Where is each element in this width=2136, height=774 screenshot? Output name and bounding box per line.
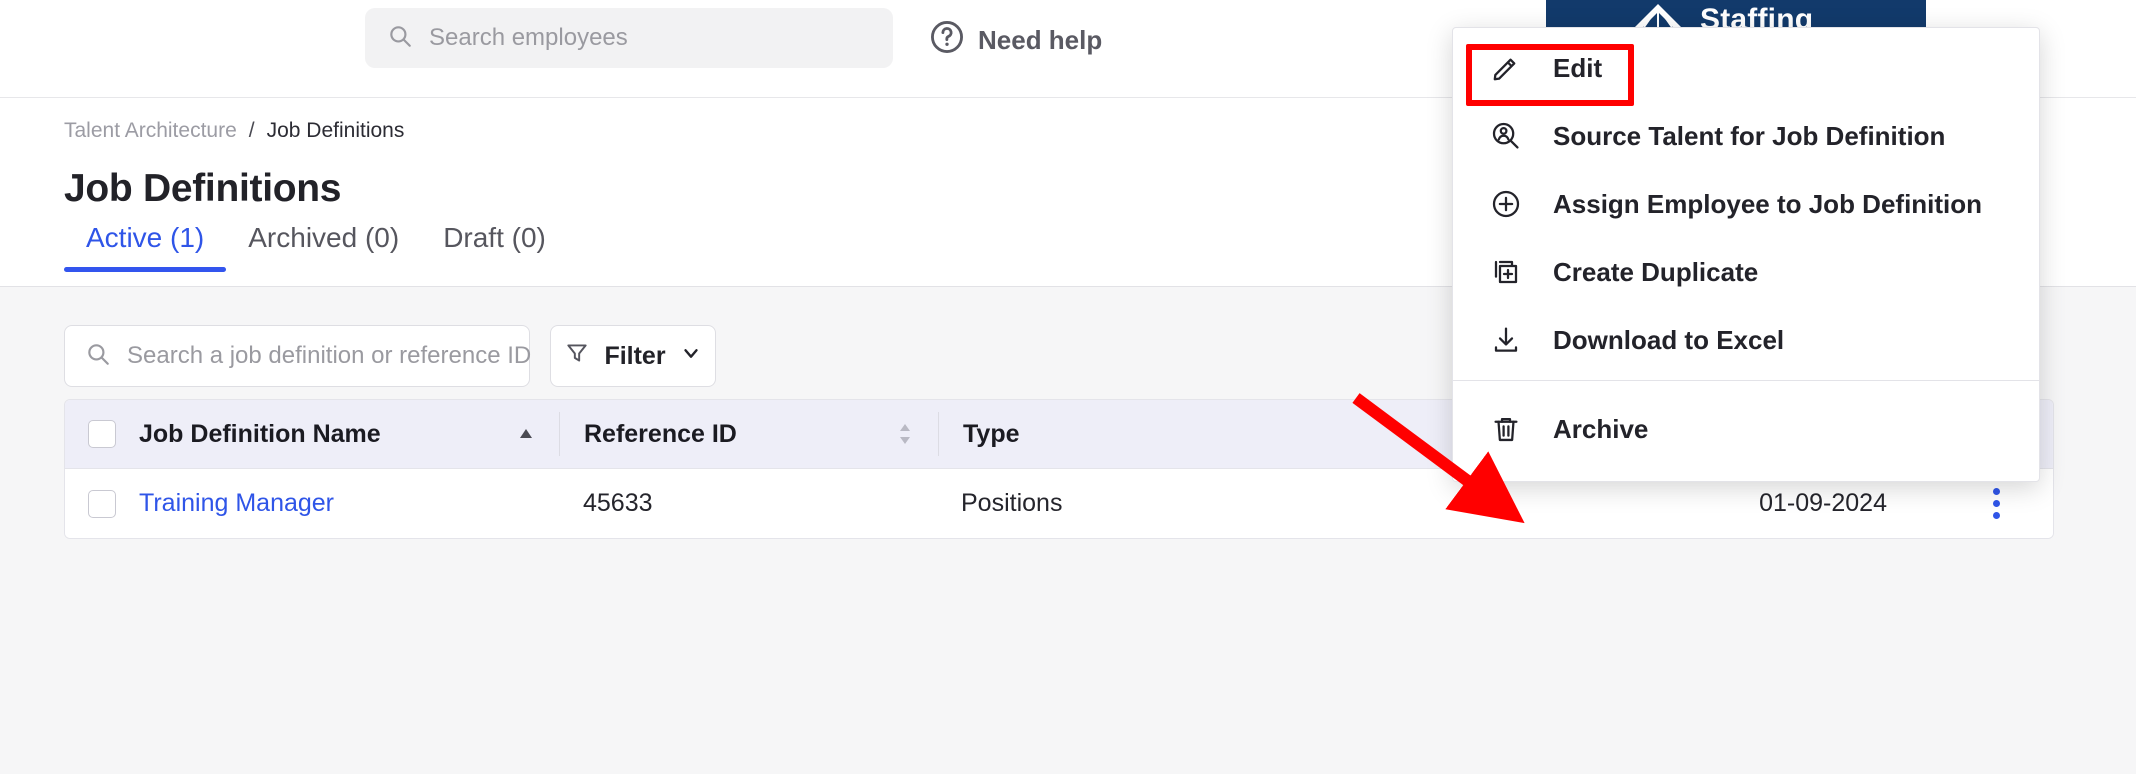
column-label: Reference ID	[584, 419, 737, 448]
trash-icon	[1489, 413, 1523, 445]
column-header-type[interactable]: Type	[939, 400, 1319, 468]
job-definition-link[interactable]: Training Manager	[139, 489, 334, 518]
employee-search-placeholder: Search employees	[429, 24, 628, 51]
reference-id-value: 45633	[583, 489, 653, 517]
row-select-cell	[65, 469, 139, 538]
employee-search-input[interactable]: Search employees	[365, 8, 893, 68]
job-definition-search-input[interactable]: Search a job definition or reference ID	[64, 325, 532, 387]
menu-item-label: Download to Excel	[1553, 324, 1785, 355]
cell-reference-id: 45633	[559, 469, 937, 538]
list-toolbar: Search a job definition or reference ID …	[64, 325, 716, 387]
column-label: Type	[963, 419, 1020, 448]
menu-item-download-excel[interactable]: Download to Excel	[1453, 306, 2039, 374]
select-all-checkbox[interactable]	[88, 420, 116, 448]
cell-job-definition-name: Training Manager	[139, 469, 559, 538]
page-title: Job Definitions	[64, 167, 342, 210]
download-icon	[1489, 324, 1523, 356]
menu-item-archive[interactable]: Archive	[1453, 395, 2039, 463]
pencil-icon	[1489, 52, 1523, 84]
menu-item-label: Assign Employee to Job Definition	[1553, 188, 1983, 219]
breadcrumb: Talent Architecture / Job Definitions	[64, 119, 404, 143]
sort-toggle-icon	[896, 421, 938, 447]
menu-item-label: Create Duplicate	[1553, 256, 1759, 287]
cell-type: Positions	[937, 469, 1317, 538]
date-value: 01-09-2024	[1759, 489, 1887, 517]
type-value: Positions	[961, 489, 1063, 517]
row-checkbox[interactable]	[88, 489, 116, 518]
kebab-menu-icon[interactable]	[1992, 488, 2000, 519]
menu-item-label: Source Talent for Job Definition	[1553, 120, 1946, 151]
chevron-down-icon	[680, 342, 702, 371]
person-search-icon	[1489, 120, 1523, 152]
question-circle-icon	[928, 18, 966, 63]
plus-circle-icon	[1489, 188, 1523, 220]
breadcrumb-parent[interactable]: Talent Architecture	[64, 119, 237, 143]
search-icon	[387, 23, 413, 54]
sort-ascending-icon	[517, 427, 559, 441]
column-label: Job Definition Name	[139, 419, 381, 448]
filter-label: Filter	[604, 341, 666, 370]
row-context-menu: Edit Source Talent for Job Definition As…	[1452, 27, 2040, 482]
need-help-button[interactable]: Need help	[928, 18, 1102, 62]
breadcrumb-current: Job Definitions	[266, 119, 405, 142]
select-all-cell	[65, 400, 139, 468]
tab-bar: Active (1) Archived (0) Draft (0)	[64, 222, 568, 272]
column-header-job-definition-name[interactable]: Job Definition Name	[139, 400, 559, 468]
menu-item-label: Archive	[1553, 413, 1649, 444]
job-definition-search-placeholder: Search a job definition or reference ID	[127, 342, 532, 369]
menu-item-create-duplicate[interactable]: Create Duplicate	[1453, 238, 2039, 306]
funnel-icon	[564, 340, 590, 373]
menu-item-assign-employee[interactable]: Assign Employee to Job Definition	[1453, 170, 2039, 238]
tab-draft[interactable]: Draft (0)	[421, 222, 568, 272]
column-header-reference-id[interactable]: Reference ID	[560, 400, 938, 468]
menu-divider	[1453, 380, 2039, 381]
tab-archived[interactable]: Archived (0)	[226, 222, 421, 272]
app-root: Staffing Search employees Need help Tale…	[0, 0, 2136, 774]
menu-item-label: Edit	[1553, 52, 1603, 83]
menu-item-edit[interactable]: Edit	[1453, 34, 2039, 102]
need-help-label: Need help	[978, 24, 1103, 55]
duplicate-icon	[1489, 256, 1523, 288]
filter-button[interactable]: Filter	[550, 325, 716, 387]
menu-item-source-talent[interactable]: Source Talent for Job Definition	[1453, 102, 2039, 170]
tab-active[interactable]: Active (1)	[64, 222, 227, 272]
search-icon	[85, 341, 111, 372]
breadcrumb-separator: /	[248, 119, 255, 142]
